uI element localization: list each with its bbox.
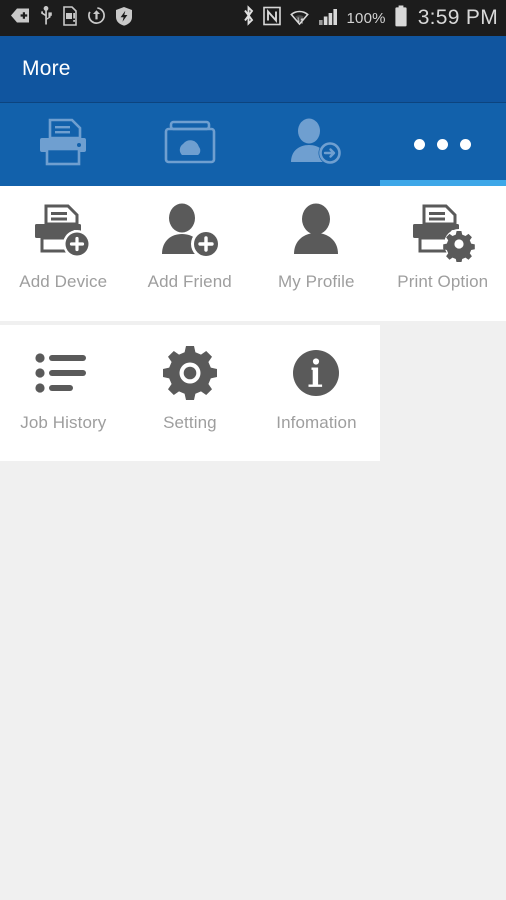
menu-label: Job History <box>20 413 107 432</box>
menu-item-information[interactable]: Infomation <box>253 325 380 461</box>
menu-label: Setting <box>163 413 217 432</box>
menu-label: Print Option <box>397 272 489 291</box>
bluetooth-icon <box>242 5 255 31</box>
cloud-box-icon <box>162 117 218 172</box>
person-add-icon <box>287 117 345 172</box>
dot-2 <box>437 139 449 150</box>
menu-item-my-profile[interactable]: My Profile <box>253 186 380 321</box>
menu-label: My Profile <box>277 272 355 291</box>
app-bar: More <box>0 36 506 103</box>
page-title: More <box>22 57 71 80</box>
printer-icon <box>34 116 92 173</box>
battery-icon <box>394 5 408 32</box>
printer-gear-icon <box>407 200 479 264</box>
back-tag-icon <box>10 7 30 29</box>
signal-icon <box>318 6 339 31</box>
content-area: Add Device Add Friend My Profile Print O… <box>0 186 506 897</box>
tab-add-person[interactable] <box>253 103 380 186</box>
menu-item-add-friend[interactable]: Add Friend <box>127 186 254 321</box>
status-bar-clock: 3:59 PM <box>417 6 498 29</box>
tab-cloud[interactable] <box>127 103 254 186</box>
sd-card-alert-icon <box>62 5 78 31</box>
empty-background <box>0 461 506 897</box>
sync-icon <box>87 6 106 30</box>
tab-more[interactable] <box>379 103 506 186</box>
battery-percent-label: 100% <box>346 9 386 27</box>
usb-icon <box>39 5 53 31</box>
printer-add-icon <box>27 200 99 264</box>
menu-label: Add Device <box>19 272 108 291</box>
info-icon <box>287 341 345 405</box>
menu-row-1: Add Device Add Friend My Profile Print O… <box>0 186 506 321</box>
menu-item-print-option[interactable]: Print Option <box>380 186 506 321</box>
person-add-icon <box>154 200 226 264</box>
wifi-icon <box>289 6 310 31</box>
dot-1 <box>414 139 426 150</box>
menu-label: Infomation <box>276 413 357 432</box>
menu-item-setting[interactable]: Setting <box>127 325 254 461</box>
nfc-icon <box>262 6 281 31</box>
person-icon <box>280 200 352 264</box>
menu-label: Add Friend <box>147 272 232 291</box>
status-bar-left-icons <box>10 5 133 31</box>
more-dots-icon <box>414 139 472 150</box>
status-bar-right-icons: 100% 3:59 PM <box>242 5 498 32</box>
menu-row-2: Job History Setting Infomation <box>0 325 380 461</box>
status-bar: 100% 3:59 PM <box>0 0 506 36</box>
gear-icon <box>160 341 220 405</box>
dot-3 <box>460 139 472 150</box>
shield-icon <box>115 6 133 31</box>
tab-active-indicator <box>379 180 506 186</box>
tab-bar <box>0 103 506 186</box>
list-icon <box>31 341 95 405</box>
menu-item-job-history[interactable]: Job History <box>0 325 127 461</box>
tab-printer[interactable] <box>0 103 127 186</box>
menu-item-add-device[interactable]: Add Device <box>0 186 127 321</box>
